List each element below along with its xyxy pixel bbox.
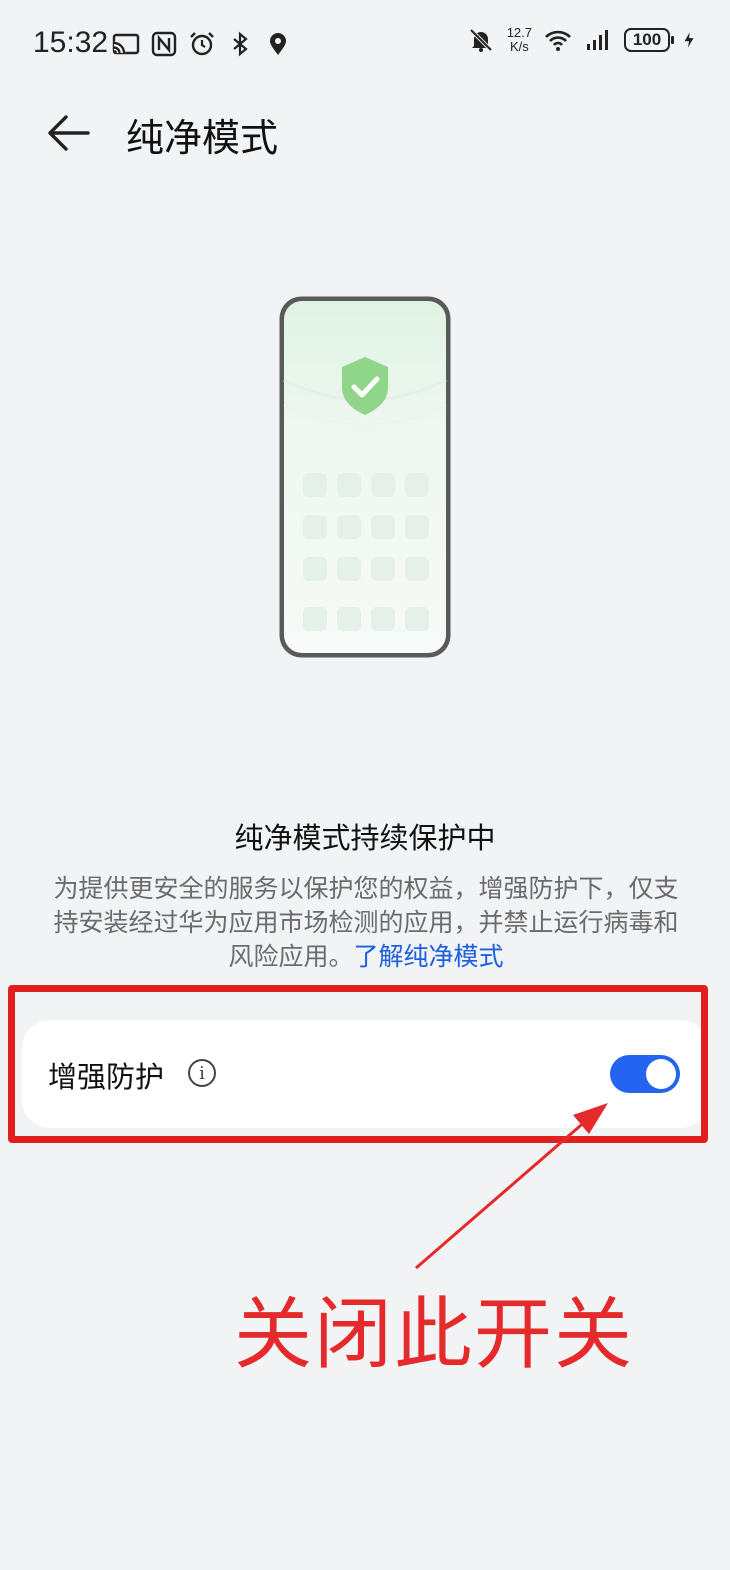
alarm-icon [190,32,214,56]
status-left-icons [112,30,292,58]
cast-icon [112,33,140,55]
info-description: 为提供更安全的服务以保护您的权益，增强防护下，仅支持安装经过华为应用市场检测的应… [52,872,680,974]
mute-icon [469,28,493,52]
phone-illustration [279,296,451,658]
charging-icon [684,32,694,48]
page-title: 纯净模式 [126,116,279,160]
location-icon [270,33,286,55]
annotation-text: 关闭此开关 [234,1290,635,1380]
page-header: 纯净模式 [0,95,730,167]
bluetooth-icon [233,31,248,57]
learn-more-link[interactable]: 了解纯净模式 [354,942,504,971]
net-speed-value: 12.7 [506,25,532,40]
info-title: 纯净模式持续保护中 [234,821,496,855]
net-speed: 12.7 K/s [507,26,532,54]
nfc-icon [151,31,177,57]
wifi-icon [545,30,571,51]
status-right-icons: 12.7 K/s 100 [467,26,700,54]
signal-icon [587,30,608,50]
back-button[interactable] [40,105,100,161]
battery-icon: 100 [624,28,674,52]
highlight-box [8,985,708,1143]
arrow-left-icon [48,115,90,151]
status-bar: 15:32 12.7 K/s 100 [0,0,730,88]
net-speed-unit: K/s [509,39,529,54]
status-time: 15:32 [33,26,109,59]
